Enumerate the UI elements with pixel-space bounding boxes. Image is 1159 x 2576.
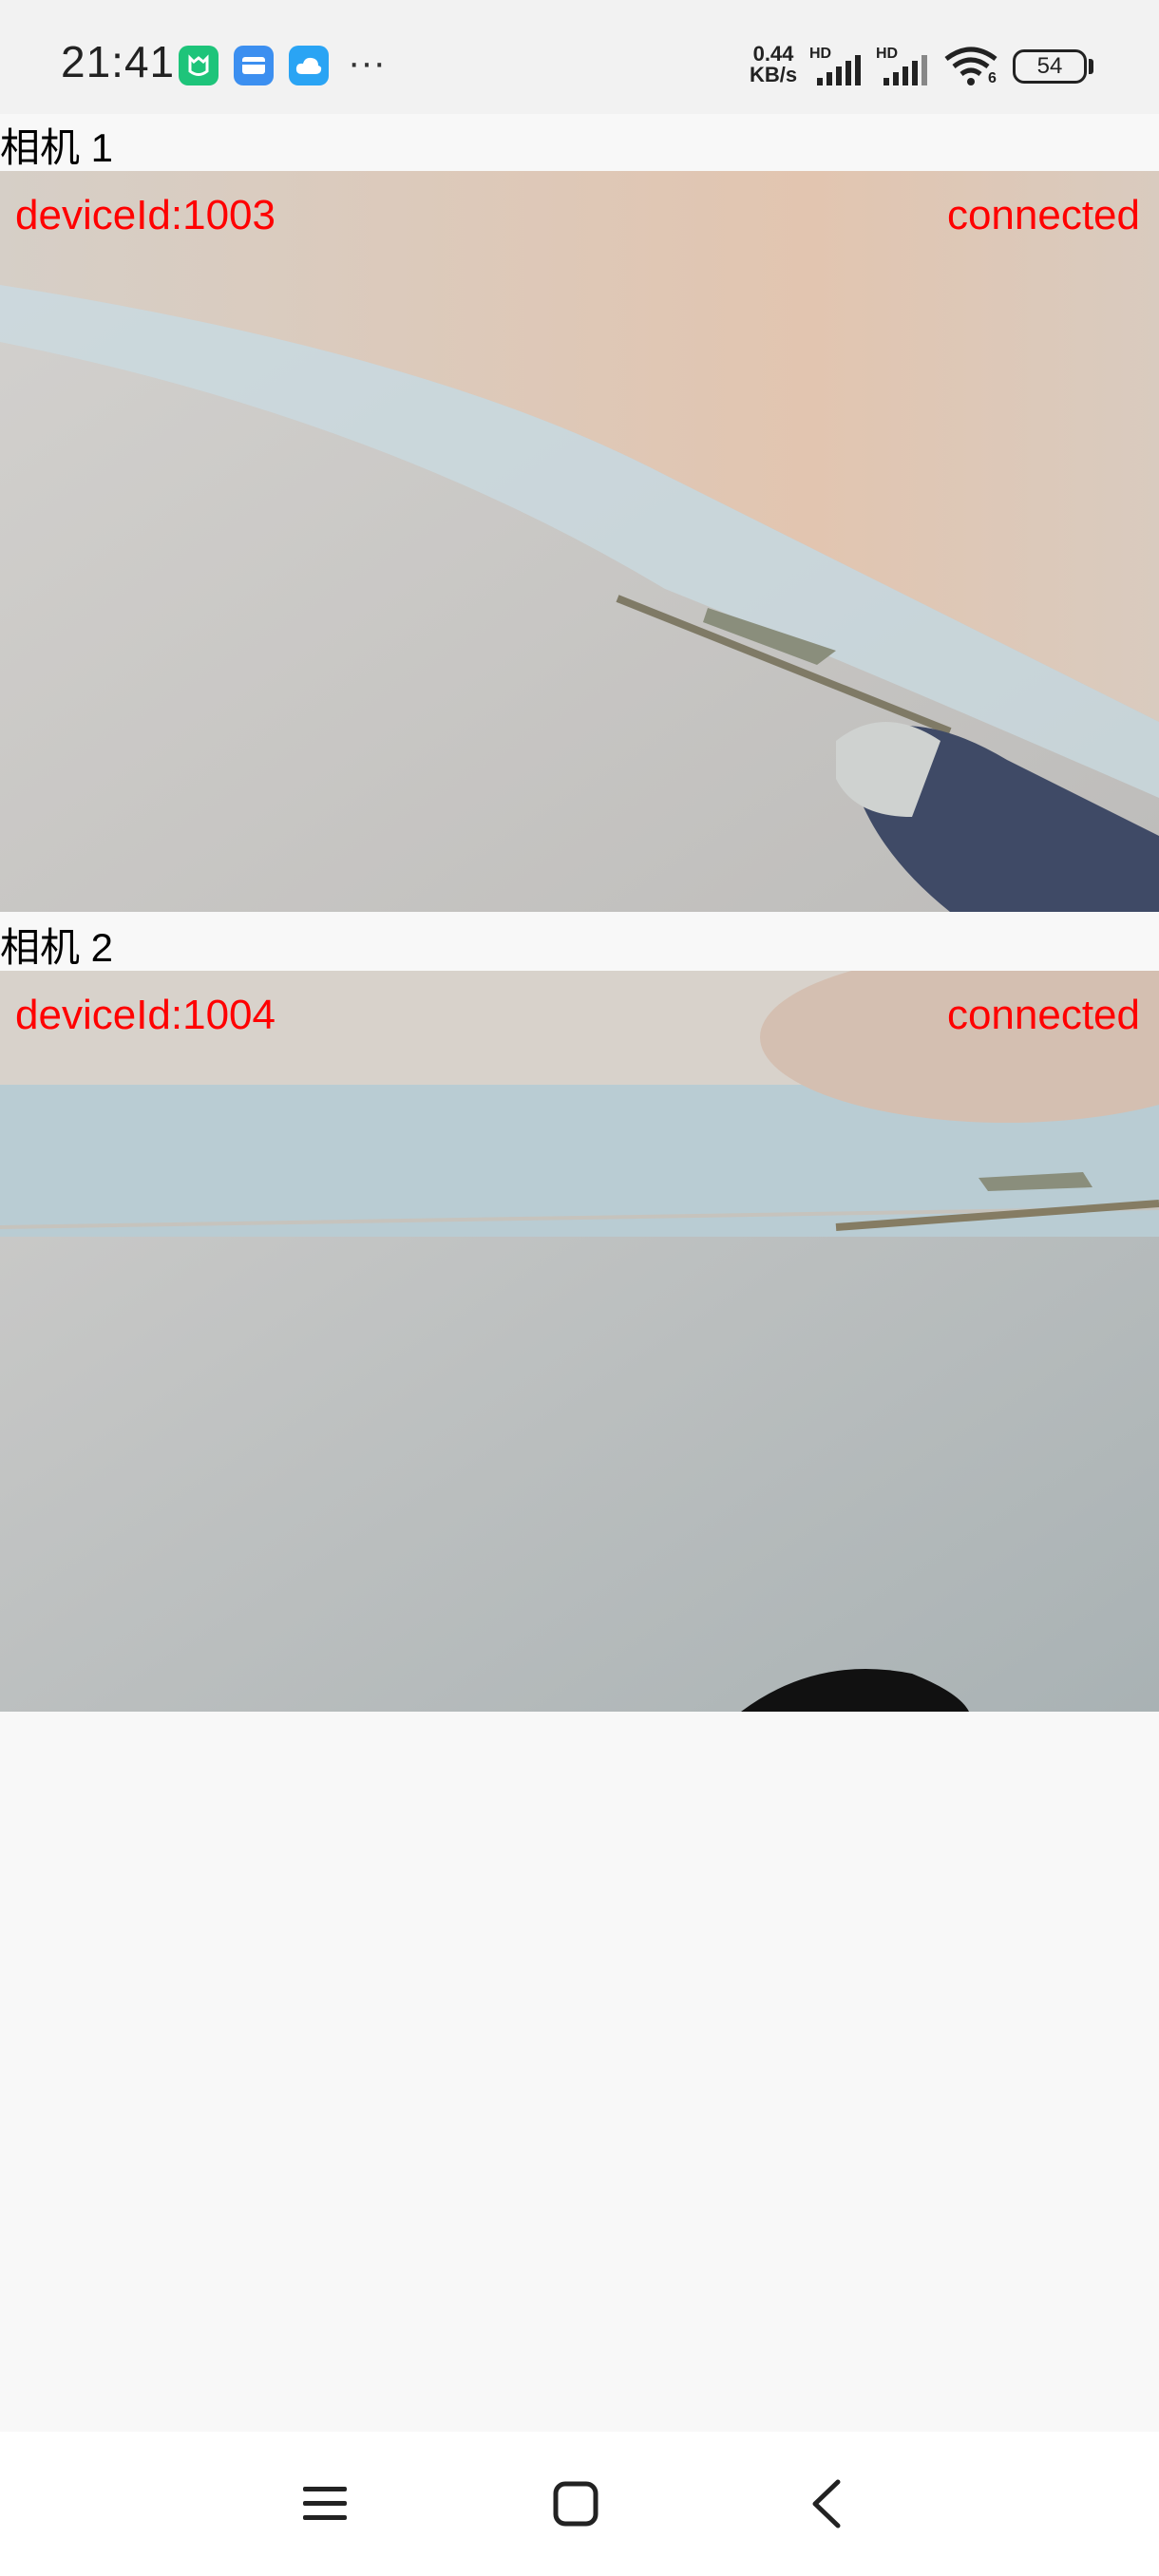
camera-1-view[interactable]: deviceId:1003 connected [0,171,1159,912]
system-nav-bar [0,2432,1159,2576]
wifi-6-label: 6 [988,70,997,86]
home-button[interactable] [538,2466,614,2542]
more-notifications-icon: ··· [348,42,386,84]
square-icon [553,2481,598,2527]
battery-indicator: 54 [1013,49,1087,84]
camera-2-label: 相机 2 [0,925,114,970]
network-speed-unit: KB/s [749,63,798,86]
status-bar: 21:41 ··· 0.44 KB/s HD HD 6 54 [0,0,1159,114]
camera-1-label: 相机 1 [0,125,114,170]
camera-1-feed [0,171,1159,912]
camera-1-device-id: deviceId:1003 [15,192,276,238]
battery-cap [1089,59,1093,74]
signal-2-icon: HD [876,46,929,87]
back-button[interactable] [788,2466,864,2542]
network-speed-value: 0.44 [752,42,794,66]
wallet-icon [234,46,274,85]
recent-apps-button[interactable] [287,2466,363,2542]
chevron-left-icon [812,2479,841,2529]
camera-1-status: connected [946,192,1140,238]
mi-home-icon [179,46,218,85]
signal-1-icon: HD [809,46,863,87]
camera-2-status: connected [946,992,1140,1038]
camera-2-view[interactable]: deviceId:1004 connected [0,971,1159,1712]
status-time: 21:41 [61,37,176,86]
cloud-icon [289,46,329,85]
wifi-icon: 6 [942,46,999,87]
camera-2-device-id: deviceId:1004 [15,992,276,1038]
camera-2-feed [0,971,1159,1712]
menu-icon [303,2487,347,2520]
network-speed: 0.44 KB/s [743,44,804,85]
